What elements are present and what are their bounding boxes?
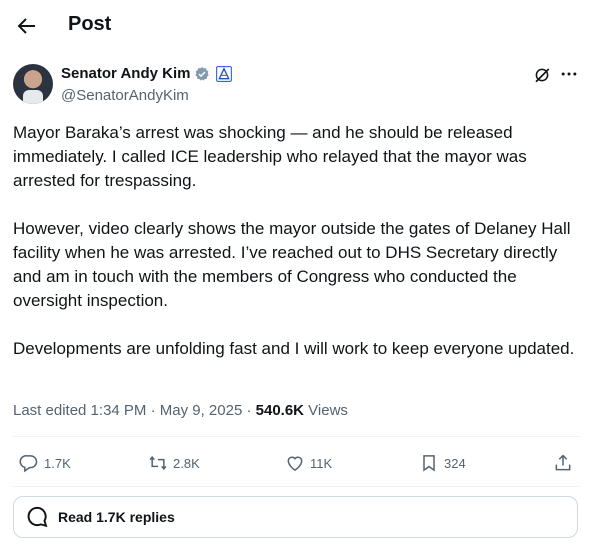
- views-label: Views: [304, 402, 348, 419]
- verified-badge-icon: [195, 67, 209, 81]
- more-options-icon[interactable]: [558, 64, 580, 84]
- bookmark-icon: [423, 455, 435, 472]
- share-icon: [555, 454, 571, 471]
- tweet-paragraph: Developments are unfolding fast and I wi…: [13, 339, 575, 358]
- repost-count: 2.8K: [173, 455, 200, 471]
- read-replies-button[interactable]: Read 1.7K replies: [13, 496, 578, 538]
- repost-button[interactable]: 2.8K: [148, 450, 200, 476]
- read-replies-label: Read 1.7K replies: [58, 509, 175, 525]
- bookmark-button[interactable]: 324: [419, 450, 466, 476]
- grok-icon[interactable]: [533, 66, 551, 84]
- avatar[interactable]: [13, 64, 53, 104]
- author-handle[interactable]: @SenatorAndyKim: [61, 87, 189, 104]
- divider: [13, 486, 580, 487]
- tweet-paragraph: However, video clearly shows the mayor o…: [13, 219, 571, 310]
- views-count: 540.6K: [255, 402, 305, 419]
- header-bar: Post: [0, 0, 595, 52]
- tweet-metadata: Last edited 1:34 PM · May 9, 2025 · 540.…: [13, 402, 348, 419]
- government-affiliation-icon[interactable]: [216, 66, 232, 82]
- divider: [13, 436, 580, 437]
- share-button[interactable]: [553, 450, 573, 476]
- tweet-paragraph: Mayor Baraka’s arrest was shocking — and…: [13, 123, 527, 190]
- reply-count: 1.7K: [44, 455, 71, 471]
- author-name[interactable]: Senator Andy Kim: [61, 65, 190, 82]
- chat-bubble-icon: [27, 506, 48, 528]
- heart-icon: [287, 456, 303, 471]
- reply-button[interactable]: 1.7K: [19, 450, 71, 476]
- like-count: 11K: [310, 455, 333, 471]
- edited-timestamp[interactable]: Last edited 1:34 PM · May 9, 2025 ·: [13, 402, 256, 419]
- like-button[interactable]: 11K: [285, 450, 332, 476]
- action-bar: 1.7K 2.8K 11K 324: [13, 450, 580, 476]
- back-arrow-icon[interactable]: [14, 14, 38, 38]
- reply-icon: [19, 455, 38, 473]
- repost-icon: [149, 455, 167, 471]
- bookmark-count: 324: [444, 455, 466, 471]
- page-title: Post: [68, 13, 112, 35]
- tweet-text: Mayor Baraka’s arrest was shocking — and…: [13, 121, 578, 361]
